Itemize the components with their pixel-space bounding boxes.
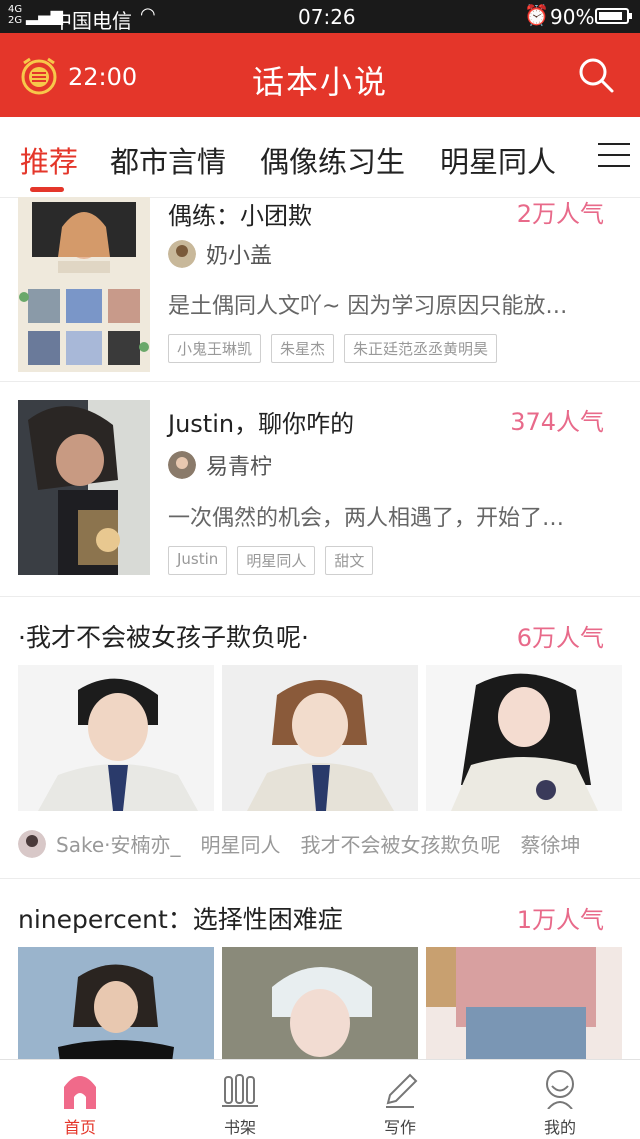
popularity-count: 6万人气 xyxy=(516,624,604,652)
book-cover[interactable] xyxy=(18,197,150,372)
bookshelf-icon xyxy=(222,1074,258,1107)
gallery-image[interactable] xyxy=(18,947,214,1059)
gallery-character[interactable]: 蔡徐坤 xyxy=(520,829,580,858)
bottom-navigation: 首页 书架 写作 我的 xyxy=(0,1059,640,1139)
book-card[interactable]: Justin，聊你咋的 374人气 易青柠 一次偶然的机会，两人相遇了，开始了…… xyxy=(0,382,640,597)
active-tab-indicator xyxy=(30,187,64,192)
gallery-images xyxy=(18,665,622,811)
gallery-title[interactable]: ninepercent：选择性困难症 xyxy=(18,900,343,936)
book-card[interactable]: 偶练：小团欺 2万人气 奶小盖 是土偶同人文吖~ 因为学习原因只能放… 小鬼王琳… xyxy=(0,197,640,382)
tab-idol-trainee[interactable]: 偶像练习生 xyxy=(260,139,405,181)
tag-list: Justin 明星同人 甜文 xyxy=(168,546,374,575)
gallery-image[interactable] xyxy=(426,947,622,1059)
author-info[interactable]: Sake·安楠亦_ xyxy=(18,829,180,858)
app-bar: 22:00 话本小说 xyxy=(0,33,640,117)
tab-celebrity-fanfic[interactable]: 明星同人 xyxy=(440,139,556,181)
more-tabs-icon[interactable] xyxy=(598,143,630,169)
tag-list: 小鬼王琳凯 朱星杰 朱正廷范丞丞黄明昊 xyxy=(168,334,498,363)
tag[interactable]: Justin xyxy=(168,546,228,575)
gallery-images xyxy=(18,947,622,1059)
tab-urban-romance[interactable]: 都市言情 xyxy=(110,139,226,181)
gallery-image[interactable] xyxy=(18,665,214,811)
status-time: 07:26 xyxy=(298,5,356,29)
gallery-title[interactable]: ·我才不会被女孩子欺负呢· xyxy=(18,618,309,654)
gallery-meta: Sake·安楠亦_ 明星同人 我才不会被女孩欺负呢 蔡徐坤 xyxy=(18,829,580,858)
author-name: Sake·安楠亦_ xyxy=(56,833,181,857)
gallery-image[interactable] xyxy=(222,665,418,811)
tab-recommend[interactable]: 推荐 xyxy=(20,139,78,181)
signal-type-top: 4G xyxy=(8,4,23,15)
tag[interactable]: 小鬼王琳凯 xyxy=(168,334,262,363)
gallery-card[interactable]: ·我才不会被女孩子欺负呢· 6万人气 Sake·安楠亦_ 明星同人 我才不会被女… xyxy=(0,596,640,879)
author-avatar xyxy=(18,829,46,858)
nav-write[interactable]: 写作 xyxy=(320,1060,480,1139)
carrier-name: 中国电信 xyxy=(52,9,132,33)
nav-label: 写作 xyxy=(383,1118,416,1137)
nav-bookshelf[interactable]: 书架 xyxy=(160,1060,320,1139)
popularity-count: 374人气 xyxy=(510,408,604,436)
gallery-series[interactable]: 我才不会被女孩欺负呢 xyxy=(300,829,500,858)
gallery-image[interactable] xyxy=(222,947,418,1059)
tag[interactable]: 甜文 xyxy=(325,546,374,575)
battery-icon xyxy=(595,8,632,24)
category-tabs: 推荐 都市言情 偶像练习生 明星同人 xyxy=(0,117,640,198)
nav-label: 书架 xyxy=(223,1118,256,1137)
home-icon xyxy=(64,1076,96,1109)
tag[interactable]: 朱正廷范丞丞黄明昊 xyxy=(344,334,498,363)
nav-profile[interactable]: 我的 xyxy=(480,1060,640,1139)
author-name: 易青柠 xyxy=(206,455,273,480)
popularity-count: 2万人气 xyxy=(516,200,604,228)
wifi-icon: ◠ xyxy=(140,4,156,25)
profile-icon xyxy=(546,1070,574,1109)
status-bar: 4G 2G ▂▄▆ 中国电信 ◠ 07:26 ⏰ 90% xyxy=(0,0,640,33)
app-title: 话本小说 xyxy=(251,63,388,101)
book-feed: 偶练：小团欺 2万人气 奶小盖 是土偶同人文吖~ 因为学习原因只能放… 小鬼王琳… xyxy=(0,197,640,1059)
battery-percent: 90% xyxy=(550,5,595,29)
tag[interactable]: 明星同人 xyxy=(237,546,316,575)
signal-indicator: 4G 2G xyxy=(8,4,22,26)
author-info[interactable]: 易青柠 xyxy=(168,449,272,481)
popularity-count: 1万人气 xyxy=(516,906,604,934)
author-avatar xyxy=(168,451,196,479)
gallery-category[interactable]: 明星同人 xyxy=(200,829,280,858)
book-description: 一次偶然的机会，两人相遇了，开始了… xyxy=(168,506,565,531)
book-description: 是土偶同人文吖~ 因为学习原因只能放… xyxy=(168,294,568,319)
book-cover[interactable] xyxy=(18,400,150,575)
nav-label: 我的 xyxy=(543,1118,576,1137)
pencil-icon xyxy=(386,1073,418,1108)
nav-home[interactable]: 首页 xyxy=(0,1060,160,1139)
nav-label: 首页 xyxy=(63,1118,96,1137)
book-title[interactable]: Justin，聊你咋的 xyxy=(168,404,354,439)
book-title[interactable]: 偶练：小团欺 xyxy=(168,197,312,231)
author-info[interactable]: 奶小盖 xyxy=(168,238,272,270)
search-icon[interactable] xyxy=(576,55,616,95)
signal-type-bottom: 2G xyxy=(8,15,23,26)
alarm-icon: ⏰ xyxy=(524,3,549,27)
gallery-card[interactable]: ninepercent：选择性困难症 1万人气 xyxy=(0,878,640,1059)
author-name: 奶小盖 xyxy=(206,244,273,269)
tag[interactable]: 朱星杰 xyxy=(271,334,335,363)
gallery-image[interactable] xyxy=(426,665,622,811)
author-avatar xyxy=(168,240,196,268)
